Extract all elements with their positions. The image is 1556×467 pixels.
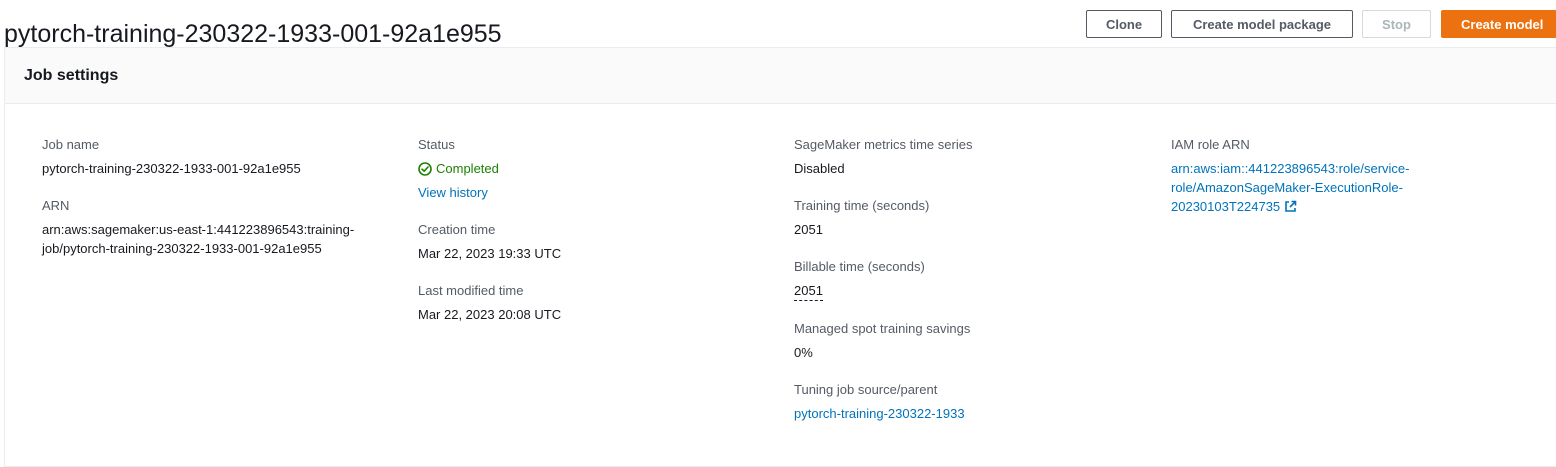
- status-field: Status Completed View history: [418, 136, 758, 202]
- check-circle-icon: [418, 161, 432, 176]
- training-time-label: Training time (seconds): [794, 198, 930, 213]
- iam-role-line-2[interactable]: role/AmazonSageMaker-ExecutionRole-: [1171, 178, 1431, 197]
- arn-value: arn:aws:sagemaker:us-east-1:441223896543…: [42, 220, 372, 258]
- page-title: pytorch-training-230322-1933-001-92a1e95…: [4, 19, 502, 48]
- job-name-label: Job name: [42, 137, 100, 152]
- metrics-time-series-field: SageMaker metrics time series Disabled: [794, 136, 1134, 178]
- status-value: Completed: [418, 159, 758, 178]
- last-modified-time-value: Mar 22, 2023 20:08 UTC: [418, 307, 562, 322]
- arn-value-line-1: arn:aws:sagemaker:us-east-1:441223896543…: [42, 222, 355, 237]
- spot-savings-value: 0%: [794, 345, 813, 360]
- iam-role-line-3-row[interactable]: 20230103T224735: [1171, 197, 1431, 216]
- spot-savings-field: Managed spot training savings 0%: [794, 320, 1134, 362]
- billable-time-field: Billable time (seconds) 2051: [794, 258, 1134, 301]
- settings-column-4: IAM role ARN arn:aws:iam::441223896543:r…: [1171, 136, 1471, 235]
- settings-column-2: Status Completed View history Creation t…: [418, 136, 758, 343]
- tuning-job-link[interactable]: pytorch-training-230322-1933: [794, 406, 965, 421]
- view-history-link[interactable]: View history: [418, 185, 488, 200]
- job-name-value: pytorch-training-230322-1933-001-92a1e95…: [42, 161, 301, 176]
- billable-time-value[interactable]: 2051: [794, 283, 823, 301]
- panel-title: Job settings: [24, 67, 119, 84]
- status-text: Completed: [436, 161, 499, 176]
- billable-time-label: Billable time (seconds): [794, 259, 925, 274]
- create-model-button[interactable]: Create model: [1441, 10, 1556, 38]
- last-modified-time-field: Last modified time Mar 22, 2023 20:08 UT…: [418, 282, 758, 324]
- metrics-time-series-value: Disabled: [794, 161, 845, 176]
- training-time-value: 2051: [794, 222, 823, 237]
- creation-time-label: Creation time: [418, 222, 496, 237]
- panel-header: Job settings: [5, 48, 1556, 104]
- training-time-field: Training time (seconds) 2051: [794, 197, 1134, 239]
- settings-column-1: Job name pytorch-training-230322-1933-00…: [42, 136, 382, 277]
- status-label: Status: [418, 137, 455, 152]
- tuning-job-field: Tuning job source/parent pytorch-trainin…: [794, 381, 1134, 423]
- create-model-package-button[interactable]: Create model package: [1171, 10, 1353, 38]
- metrics-time-series-label: SageMaker metrics time series: [794, 137, 973, 152]
- creation-time-value: Mar 22, 2023 19:33 UTC: [418, 246, 562, 261]
- iam-role-label: IAM role ARN: [1171, 137, 1250, 152]
- external-link-icon[interactable]: [1284, 199, 1297, 212]
- arn-field: ARN arn:aws:sagemaker:us-east-1:44122389…: [42, 197, 382, 258]
- arn-value-line-2: job/pytorch-training-230322-1933-001-92a…: [42, 241, 322, 256]
- stop-button[interactable]: Stop: [1362, 10, 1431, 38]
- settings-column-3: SageMaker metrics time series Disabled T…: [794, 136, 1134, 442]
- iam-role-line-1[interactable]: arn:aws:iam::441223896543:role/service-: [1171, 159, 1431, 178]
- arn-label: ARN: [42, 198, 70, 213]
- last-modified-time-label: Last modified time: [418, 283, 524, 298]
- spot-savings-label: Managed spot training savings: [794, 321, 971, 336]
- creation-time-field: Creation time Mar 22, 2023 19:33 UTC: [418, 221, 758, 263]
- clone-button[interactable]: Clone: [1086, 10, 1162, 38]
- iam-role-field: IAM role ARN arn:aws:iam::441223896543:r…: [1171, 136, 1471, 216]
- iam-role-line-3[interactable]: 20230103T224735: [1171, 199, 1280, 214]
- job-name-field: Job name pytorch-training-230322-1933-00…: [42, 136, 382, 178]
- iam-role-link[interactable]: arn:aws:iam::441223896543:role/service- …: [1171, 159, 1431, 216]
- tuning-job-label: Tuning job source/parent: [794, 382, 938, 397]
